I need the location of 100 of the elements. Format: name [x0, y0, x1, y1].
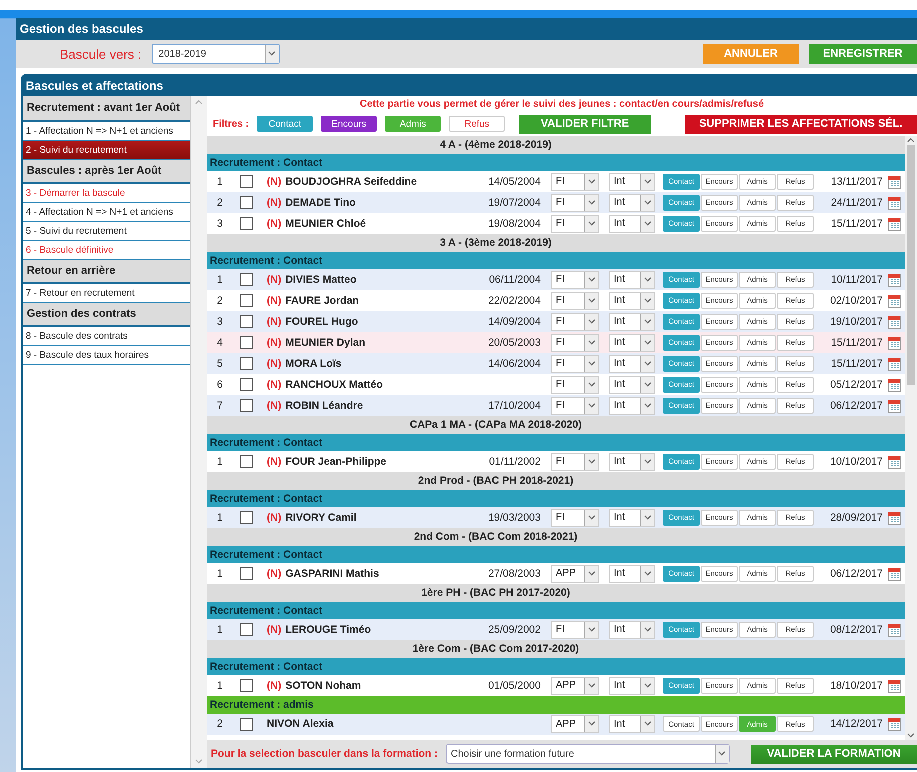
row-checkbox[interactable]: [240, 511, 252, 524]
type-select[interactable]: FI: [551, 620, 599, 638]
filter-button[interactable]: Refus: [449, 116, 506, 132]
calendar-icon[interactable]: [888, 314, 900, 328]
row-number: 1: [216, 624, 224, 636]
mode-select[interactable]: Int: [609, 620, 655, 638]
calendar-icon[interactable]: [888, 356, 900, 370]
row-checkbox[interactable]: [240, 217, 252, 230]
type-select[interactable]: FI: [551, 172, 599, 190]
scrollbar[interactable]: [905, 136, 917, 740]
type-select[interactable]: FI: [551, 376, 599, 394]
calendar-icon[interactable]: [888, 398, 900, 412]
type-select[interactable]: FI: [551, 214, 599, 232]
calendar-icon[interactable]: [888, 510, 900, 524]
calendar-icon[interactable]: [888, 272, 900, 286]
row-checkbox[interactable]: [240, 718, 252, 730]
calendar-icon[interactable]: [888, 378, 900, 392]
delete-button[interactable]: SUPPRIMER LES AFFECTATIONS SÉL.: [685, 114, 917, 134]
chevron-icon: [588, 402, 596, 408]
row-checkbox[interactable]: [240, 399, 252, 412]
row-checkbox[interactable]: [240, 196, 252, 209]
type-select[interactable]: FI: [551, 194, 599, 212]
type-select[interactable]: APP: [551, 715, 599, 733]
type-select[interactable]: FI: [551, 334, 599, 352]
row-number: 1: [216, 568, 224, 580]
sidebar-item[interactable]: 2 - Suivi du recrutement: [23, 141, 190, 160]
type-select[interactable]: FI: [551, 354, 599, 372]
type-select[interactable]: APP: [551, 564, 599, 582]
scroll-down-icon[interactable]: [907, 733, 915, 738]
type-select[interactable]: FI: [551, 452, 599, 470]
mode-select[interactable]: Int: [609, 194, 655, 212]
chevron-icon: [644, 178, 652, 184]
contact-date: 24/11/2017: [830, 196, 883, 208]
mode-select[interactable]: Int: [609, 354, 655, 372]
row-checkbox[interactable]: [240, 175, 252, 188]
mode-select[interactable]: Int: [609, 452, 655, 470]
chevron-icon: [644, 340, 652, 346]
student-name: (N) ROBIN Léandre: [266, 400, 364, 412]
scroll-up-icon[interactable]: [907, 138, 915, 143]
mode-select[interactable]: Int: [609, 376, 655, 394]
contact-date: 28/09/2017: [829, 512, 883, 524]
mode-select[interactable]: Int: [609, 172, 655, 190]
contact-date: 15/11/2017: [830, 218, 883, 230]
birth-date: 01/11/2002: [488, 456, 542, 468]
chevron-icon: [644, 402, 652, 408]
mode-select[interactable]: Int: [609, 312, 655, 330]
row-number: 2: [216, 718, 224, 730]
birth-date: 19/03/2003: [487, 512, 542, 524]
row-number: 3: [216, 218, 224, 230]
calendar-icon[interactable]: [888, 216, 900, 230]
calendar-icon[interactable]: [888, 622, 900, 636]
mode-select[interactable]: Int: [609, 676, 655, 694]
group-title: 1ère PH - (BAC PH 2017-2020): [207, 584, 905, 602]
chevron-icon: [644, 220, 652, 226]
mode-select[interactable]: Int: [609, 214, 655, 232]
row-checkbox[interactable]: [240, 294, 252, 307]
mode-select[interactable]: Int: [609, 396, 655, 414]
year-select[interactable]: 2018-2019: [152, 44, 280, 64]
chevron-icon: [644, 360, 652, 366]
chevron-icon: [588, 626, 596, 632]
row-checkbox[interactable]: [240, 567, 252, 580]
calendar-icon[interactable]: [888, 566, 900, 580]
type-select[interactable]: APP: [551, 676, 599, 694]
filter-button[interactable]: Encours: [321, 116, 378, 132]
mode-select[interactable]: Int: [609, 715, 655, 733]
student-name: (N) RANCHOUX Mattéo: [266, 378, 384, 390]
type-select[interactable]: FI: [551, 508, 599, 526]
calendar-icon[interactable]: [888, 294, 900, 308]
chevron-icon: [588, 340, 596, 346]
calendar-icon[interactable]: [888, 454, 900, 468]
row-checkbox[interactable]: [240, 273, 252, 286]
row-checkbox[interactable]: [240, 679, 252, 692]
type-select[interactable]: FI: [551, 292, 599, 310]
calendar-icon[interactable]: [888, 174, 900, 188]
type-select[interactable]: FI: [551, 312, 599, 330]
calendar-icon[interactable]: [888, 717, 900, 731]
row-number: 1: [216, 680, 224, 692]
validate-formation-button[interactable]: VALIDER LA FORMATION: [751, 744, 917, 764]
type-select[interactable]: FI: [551, 270, 599, 288]
mode-select[interactable]: Int: [609, 508, 655, 526]
mode-select[interactable]: Int: [609, 292, 655, 310]
contact-date: 19/10/2017: [829, 316, 883, 328]
status-heading: Recrutement : Contact: [207, 252, 905, 269]
mode-select[interactable]: Int: [609, 270, 655, 288]
row-checkbox[interactable]: [240, 315, 252, 328]
calendar-icon[interactable]: [888, 678, 900, 692]
row-checkbox[interactable]: [240, 623, 252, 636]
calendar-icon[interactable]: [888, 336, 900, 350]
calendar-icon[interactable]: [888, 196, 900, 210]
mode-select[interactable]: Int: [609, 334, 655, 352]
student-name: (N) DIVIES Matteo: [266, 274, 358, 286]
mode-select[interactable]: Int: [609, 564, 655, 582]
row-checkbox[interactable]: [240, 378, 252, 391]
status-heading: Recrutement : admis: [207, 696, 905, 714]
row-checkbox[interactable]: [240, 357, 252, 370]
type-select[interactable]: FI: [551, 396, 599, 414]
group-title: 3 A - (3ème 2018-2019): [207, 234, 905, 252]
row-checkbox[interactable]: [240, 336, 252, 349]
row-checkbox[interactable]: [240, 455, 252, 468]
formation-select[interactable]: Choisir une formation future: [446, 744, 730, 764]
